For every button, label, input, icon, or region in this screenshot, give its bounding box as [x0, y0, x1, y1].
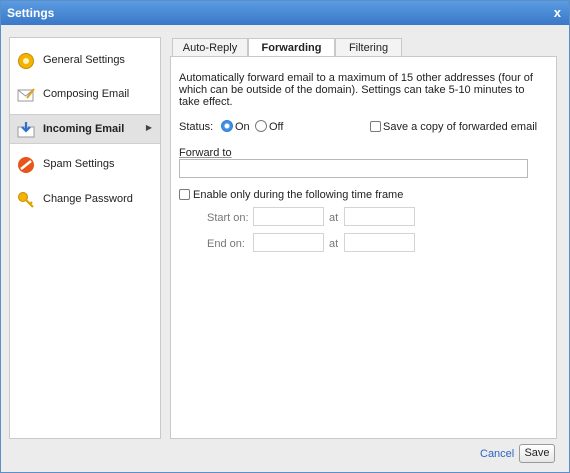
tab-filtering[interactable]: Filtering	[335, 38, 402, 57]
end-time-input[interactable]	[344, 233, 415, 252]
end-date-input[interactable]	[253, 233, 324, 252]
timeframe-checkbox[interactable]	[179, 189, 190, 200]
download-icon	[17, 122, 35, 138]
sidebar-item-incoming-email[interactable]: Incoming Email ▶	[10, 114, 160, 144]
sidebar-item-label: Incoming Email	[43, 123, 125, 135]
tab-auto-reply[interactable]: Auto-Reply	[172, 38, 248, 57]
sidebar-item-change-password[interactable]: Change Password	[10, 185, 160, 215]
sidebar-item-general-settings[interactable]: General Settings	[10, 46, 160, 76]
window-title: Settings	[7, 6, 55, 20]
save-button[interactable]: Save	[519, 444, 555, 463]
gear-icon	[18, 53, 34, 69]
tab-forwarding[interactable]: Forwarding	[248, 38, 335, 58]
status-on-label: On	[235, 121, 250, 133]
status-off-radio[interactable]	[255, 120, 267, 132]
start-on-label: Start on:	[207, 212, 249, 224]
end-on-label: End on:	[207, 238, 245, 250]
forward-to-label: Forward to	[179, 147, 232, 159]
start-time-input[interactable]	[344, 207, 415, 226]
compose-icon	[17, 88, 35, 102]
sidebar-item-composing-email[interactable]: Composing Email	[10, 80, 160, 110]
no-entry-icon	[18, 157, 34, 173]
sidebar-item-label: Change Password	[43, 193, 133, 205]
save-copy-checkbox[interactable]	[370, 121, 381, 132]
chevron-right-icon: ▶	[145, 123, 152, 132]
cancel-button[interactable]: Cancel	[480, 448, 514, 460]
status-off-label: Off	[269, 121, 284, 133]
forwarding-description: Automatically forward email to a maximum…	[179, 72, 533, 108]
start-date-input[interactable]	[253, 207, 324, 226]
sidebar-item-label: Spam Settings	[43, 158, 115, 170]
save-copy-label: Save a copy of forwarded email	[383, 121, 538, 133]
sidebar-item-label: Composing Email	[43, 88, 130, 100]
key-icon	[18, 192, 34, 208]
settings-dialog: Settings x General Settings Composing Em…	[0, 0, 570, 473]
settings-sidebar: General Settings Composing Email Incomin…	[9, 37, 161, 439]
title-bar: Settings x	[1, 1, 569, 25]
forward-to-input[interactable]	[179, 159, 528, 178]
start-at-label: at	[329, 212, 339, 224]
timeframe-label: Enable only during the following time fr…	[193, 189, 404, 201]
status-on-radio[interactable]	[221, 120, 233, 132]
status-label: Status:	[179, 121, 214, 133]
sidebar-item-label: General Settings	[43, 54, 125, 66]
close-button[interactable]: x	[554, 5, 561, 20]
end-at-label: at	[329, 238, 339, 250]
sidebar-item-spam-settings[interactable]: Spam Settings	[10, 150, 160, 180]
